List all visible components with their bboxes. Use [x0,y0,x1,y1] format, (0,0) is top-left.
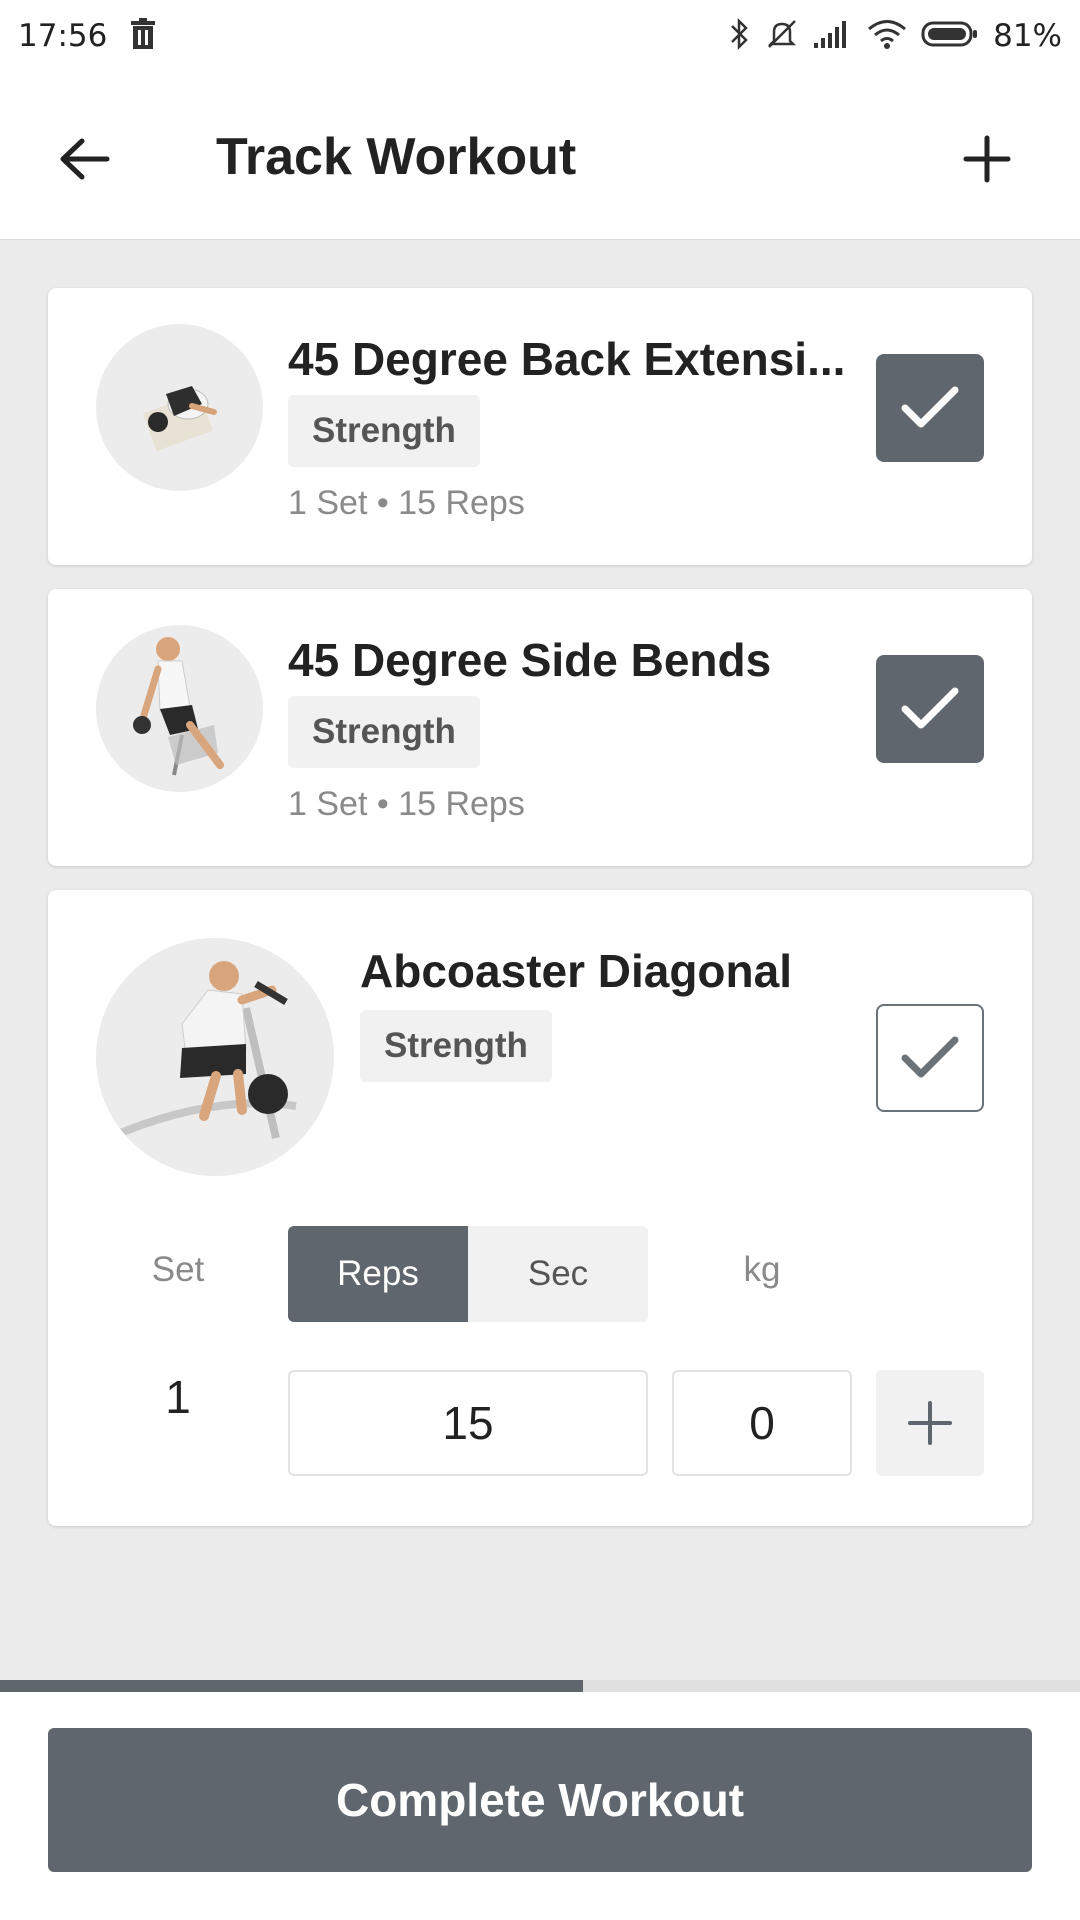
exercise-card[interactable]: 45 Degree Side Bends Strength 1 Set • 15… [48,589,1032,866]
exercise-summary: 1 Set • 15 Reps [288,785,525,823]
exercise-thumbnail [96,938,334,1176]
battery-icon [921,19,979,54]
category-tag: Strength [288,696,480,768]
exercise-name: 45 Degree Back Extensi... [288,333,846,385]
complete-checkbox[interactable] [876,655,984,763]
exercise-summary: 1 Set • 15 Reps [288,484,525,522]
exercise-card-expanded[interactable]: Abcoaster Diagonal Strength Set Reps Sec… [48,890,1032,1526]
bluetooth-icon [729,17,751,56]
plus-icon [908,1401,952,1445]
trash-icon [129,17,157,55]
exercise-thumbnail [96,625,263,792]
exercise-card[interactable]: 45 Degree Back Extensi... Strength 1 Set… [48,288,1032,565]
page-title: Track Workout [216,128,577,186]
arrow-left-icon [60,138,110,180]
status-right: 81% [729,17,1062,56]
signal-icon [813,19,853,54]
set-number: 1 [165,1371,191,1423]
add-exercise-button[interactable] [952,124,1022,194]
exercise-name: Abcoaster Diagonal [360,945,792,997]
battery-percent: 81% [993,18,1062,54]
exercise-thumbnail [96,324,263,491]
add-set-button[interactable] [876,1370,984,1476]
complete-checkbox[interactable] [876,354,984,462]
status-left: 17:56 [18,17,157,55]
status-time: 17:56 [18,18,108,54]
complete-checkbox[interactable] [876,1004,984,1112]
app-bar: Track Workout [0,72,1080,240]
wifi-icon [867,18,907,55]
workout-progress-bar [0,1680,1080,1692]
set-column-label: Set [151,1250,205,1289]
mute-icon [765,17,799,56]
exercise-name: 45 Degree Side Bends [288,634,772,686]
reps-option[interactable]: Reps [288,1226,468,1322]
checkmark-icon [901,687,959,729]
plus-icon [963,135,1011,183]
workout-progress-fill [0,1680,584,1692]
back-button[interactable] [50,124,120,194]
weight-column-label: kg [743,1250,781,1289]
status-bar: 17:56 81% [0,0,1080,72]
checkmark-icon [901,1036,959,1078]
category-tag: Strength [288,395,480,467]
reps-input[interactable]: 15 [288,1370,648,1476]
category-tag: Strength [360,1010,552,1082]
complete-workout-button[interactable]: Complete Workout [48,1728,1032,1872]
reps-sec-toggle: Reps Sec [288,1226,648,1322]
sec-option[interactable]: Sec [468,1226,648,1322]
checkmark-icon [901,386,959,428]
weight-input[interactable]: 0 [672,1370,852,1476]
bottom-action-area: Complete Workout [0,1692,1080,1920]
